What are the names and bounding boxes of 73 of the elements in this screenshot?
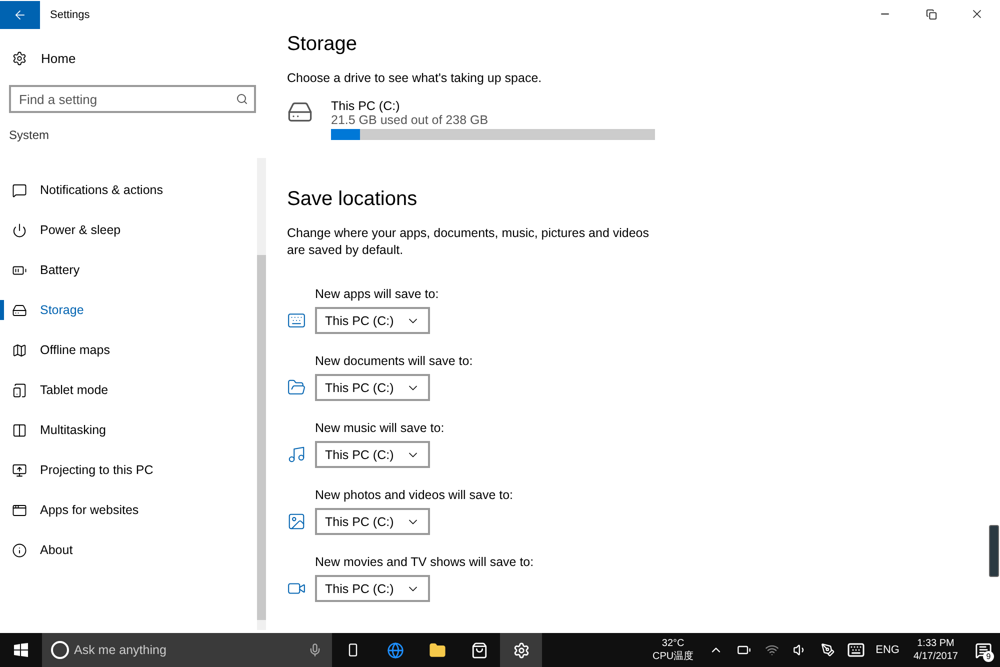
language-indicator[interactable]: ENG [876,644,900,656]
drive-name[interactable]: This PC (C:) [331,99,655,113]
home-label: Home [41,50,76,66]
keyboard-icon [846,641,865,659]
sidebar-item[interactable]: Tablet mode [0,370,268,410]
map-icon [12,342,27,358]
scrollbar-thumb[interactable] [257,255,266,620]
clock-time[interactable]: 1:33 PM [917,637,954,650]
clock-date[interactable]: 4/17/2017 [914,650,958,663]
sidebar-item[interactable]: Battery [0,250,268,290]
circle-icon [51,641,69,659]
monitor-icon [12,462,27,478]
page-title: Storage [287,33,358,56]
wifi-icon [764,643,779,657]
app-window-icon [12,502,27,518]
storage-description: Choose a drive to see what's taking up space. [287,70,543,87]
selection-indicator [0,300,4,320]
sidebar-item[interactable]: Storage [0,290,268,330]
drive-dropdown[interactable]: This PC (C:) [315,441,430,468]
location-label: New apps will save to: [315,287,440,301]
settings-button[interactable] [500,633,542,667]
location-label: New documents will save to: [315,354,474,368]
drive-dropdown[interactable]: This PC (C:) [315,575,430,602]
info-icon [12,542,27,558]
save-locations-description: Change where your apps, documents, music, pictures and videos are saved by default. [287,225,650,259]
sidebar-item[interactable]: Apps for websites [0,490,268,530]
shopping-bag-icon [470,642,488,658]
section-heading: System [8,127,50,142]
section-title: Save locations [287,188,418,211]
sidebar-item[interactable]: Notifications & actions [0,170,268,210]
drive-icon [12,302,27,318]
location-label: New movies and TV shows will save to: [315,555,535,569]
drive-dropdown[interactable]: This PC (C:) [315,374,430,401]
gear-icon [512,642,530,658]
globe-icon [386,642,404,658]
speech-bubble-icon [12,182,27,198]
window-title: Settings [50,9,90,21]
drive-dropdown[interactable]: This PC (C:) [315,307,430,334]
microphone-icon [308,643,322,657]
home-link[interactable]: Home [0,30,268,71]
picture-icon [287,512,306,531]
location-label: New music will save to: [315,421,446,435]
tablet-icon [12,382,27,398]
sidebar-item[interactable]: About [0,530,268,570]
location-label: New photos and videos will save to: [315,488,514,502]
drive-usage: 21.5 GB used out of 238 GB [331,113,490,127]
sidebar-item[interactable]: Power & sleep [0,210,268,250]
rectangle-icon [346,643,360,657]
folder-icon [287,378,306,397]
sidebar-item[interactable]: Projecting to this PC [0,450,268,490]
notification-count: 9 [983,651,994,662]
scrollbar-track[interactable] [257,158,266,630]
search-field[interactable]: Find a setting [9,85,256,113]
edge-handle[interactable] [989,525,999,577]
sidebar-item[interactable]: Multitasking [0,410,268,450]
sidebar-item[interactable]: Offline maps [0,330,268,370]
temperature-reading: 32°C [662,637,684,650]
sensor-label: CPU温度 [652,650,694,663]
drive-dropdown[interactable]: This PC (C:) [315,508,430,535]
music-note-icon [287,445,306,464]
notification-icon [974,642,992,658]
battery-icon [736,643,751,657]
keyboard-icon [287,311,306,330]
close-icon [970,7,984,21]
search-field[interactable]: Ask me anything [42,633,332,667]
gear-icon [12,50,27,66]
restore-icon [926,8,936,20]
search-icon [236,93,248,105]
folder-icon [428,642,446,658]
windows-logo-icon [14,643,28,657]
notification-button[interactable]: 9 [966,633,1000,667]
pen-icon [820,643,835,657]
power-icon [12,222,27,238]
